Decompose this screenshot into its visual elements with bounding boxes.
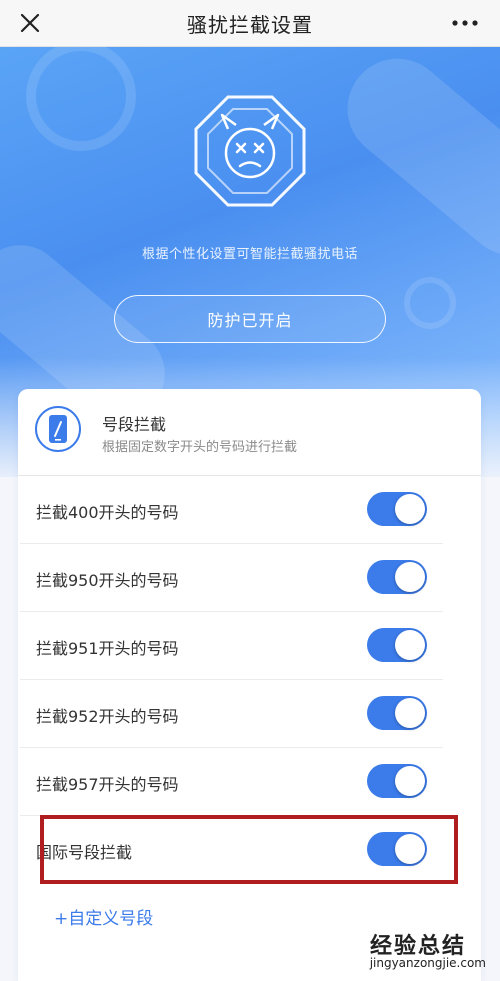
hero-description: 根据个性化设置可智能拦截骚扰电话 <box>141 247 358 262</box>
toggle-knob <box>395 630 425 660</box>
setting-label: 拦截950开头的号码 <box>36 571 179 590</box>
setting-label: 拦截951开头的号码 <box>36 639 179 658</box>
toggle-knob <box>395 562 425 592</box>
toggle-knob <box>395 698 425 728</box>
toggle-switch[interactable] <box>367 628 427 662</box>
setting-label: 拦截400开头的号码 <box>36 503 179 522</box>
toggle-switch[interactable] <box>367 492 427 526</box>
setting-row-950: 拦截950开头的号码 <box>20 544 443 612</box>
protection-status-button[interactable]: 防护已开启 <box>114 295 386 343</box>
setting-row-400: 拦截400开头的号码 <box>20 476 443 544</box>
card-subtitle: 根据固定数字开头的号码进行拦截 <box>102 440 298 455</box>
toggle-knob <box>395 834 425 864</box>
page-title: 骚扰拦截设置 <box>187 12 313 37</box>
setting-row-957: 拦截957开头的号码 <box>20 748 443 816</box>
decorative-pill <box>327 47 500 276</box>
add-custom-segment-link[interactable]: +自定义号段 <box>54 904 153 929</box>
watermark-url: jingyanzongjie.com <box>369 956 486 970</box>
card-title: 号段拦截 <box>102 415 167 434</box>
setting-row-951: 拦截951开头的号码 <box>20 612 443 680</box>
more-icon[interactable] <box>448 9 482 37</box>
setting-label: 国际号段拦截 <box>36 843 133 862</box>
setting-label: 拦截957开头的号码 <box>36 775 179 794</box>
decorative-circle <box>404 277 456 329</box>
toggle-knob <box>395 494 425 524</box>
setting-row-international: 国际号段拦截 <box>20 816 443 883</box>
toggle-knob <box>395 766 425 796</box>
toggle-switch[interactable] <box>367 764 427 798</box>
toggle-switch[interactable] <box>367 560 427 594</box>
decorative-circle <box>26 47 136 151</box>
toggle-switch[interactable] <box>367 832 427 866</box>
close-icon[interactable] <box>16 9 44 37</box>
setting-label: 拦截952开头的号码 <box>36 707 179 726</box>
toggle-switch[interactable] <box>367 696 427 730</box>
card-header: 号段拦截 根据固定数字开头的号码进行拦截 <box>18 389 481 476</box>
setting-row-952: 拦截952开头的号码 <box>20 680 443 748</box>
top-bar: 骚扰拦截设置 <box>0 0 500 47</box>
phone-icon <box>35 406 81 452</box>
blocked-caller-icon <box>194 95 306 207</box>
